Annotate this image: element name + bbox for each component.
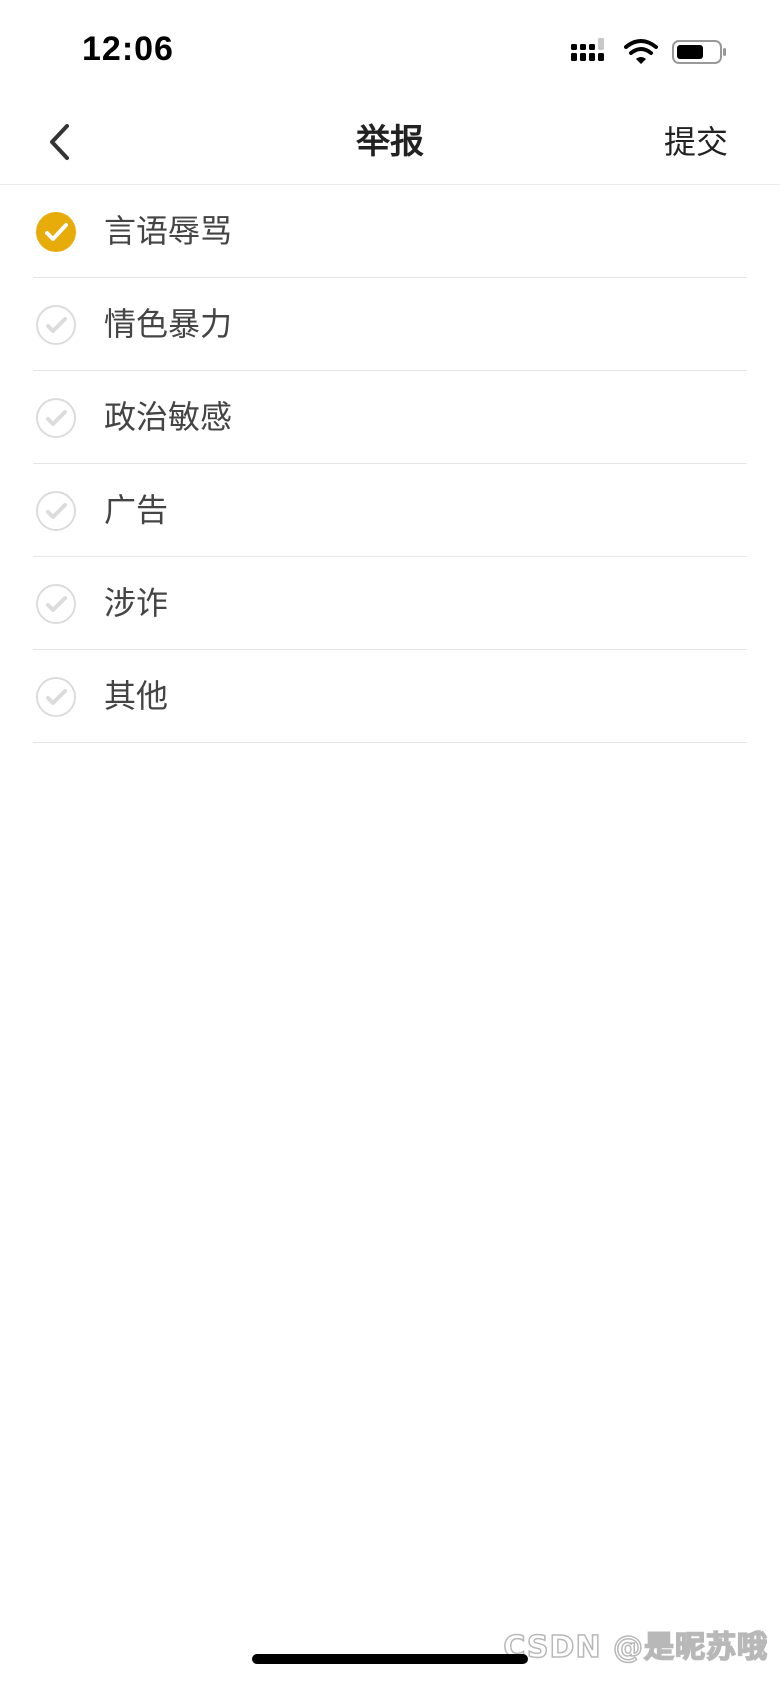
signal-icon (571, 38, 604, 61)
option-row-other[interactable]: 其他 (0, 650, 780, 743)
status-time: 12:06 (82, 30, 174, 68)
checked-circle-icon (36, 212, 76, 252)
watermark: CSDN @是昵苏哦 (503, 1629, 768, 1666)
report-options-list: 言语辱骂 情色暴力 政治敏感 广告 涉诈 其他 (0, 185, 780, 743)
option-label: 涉诈 (104, 584, 169, 622)
unchecked-circle-icon (36, 305, 76, 345)
wifi-icon (624, 39, 658, 64)
battery-icon (672, 40, 726, 64)
unchecked-circle-icon (36, 677, 76, 717)
option-label: 言语辱骂 (104, 212, 233, 250)
option-row-political[interactable]: 政治敏感 (0, 371, 780, 464)
back-button[interactable] (34, 114, 84, 170)
option-label: 情色暴力 (104, 305, 233, 343)
nav-bar: 举报 提交 (0, 100, 780, 185)
status-bar: 12:06 (0, 0, 780, 100)
home-indicator (252, 1654, 528, 1664)
option-row-abuse[interactable]: 言语辱骂 (0, 185, 780, 278)
option-label: 政治敏感 (104, 398, 233, 436)
option-row-fraud[interactable]: 涉诈 (0, 557, 780, 650)
unchecked-circle-icon (36, 398, 76, 438)
chevron-left-icon (50, 124, 69, 160)
unchecked-circle-icon (36, 584, 76, 624)
option-row-ads[interactable]: 广告 (0, 464, 780, 557)
option-label: 广告 (104, 491, 169, 529)
unchecked-circle-icon (36, 491, 76, 531)
submit-button[interactable]: 提交 (664, 100, 728, 184)
option-row-violence[interactable]: 情色暴力 (0, 278, 780, 371)
option-label: 其他 (104, 677, 169, 715)
